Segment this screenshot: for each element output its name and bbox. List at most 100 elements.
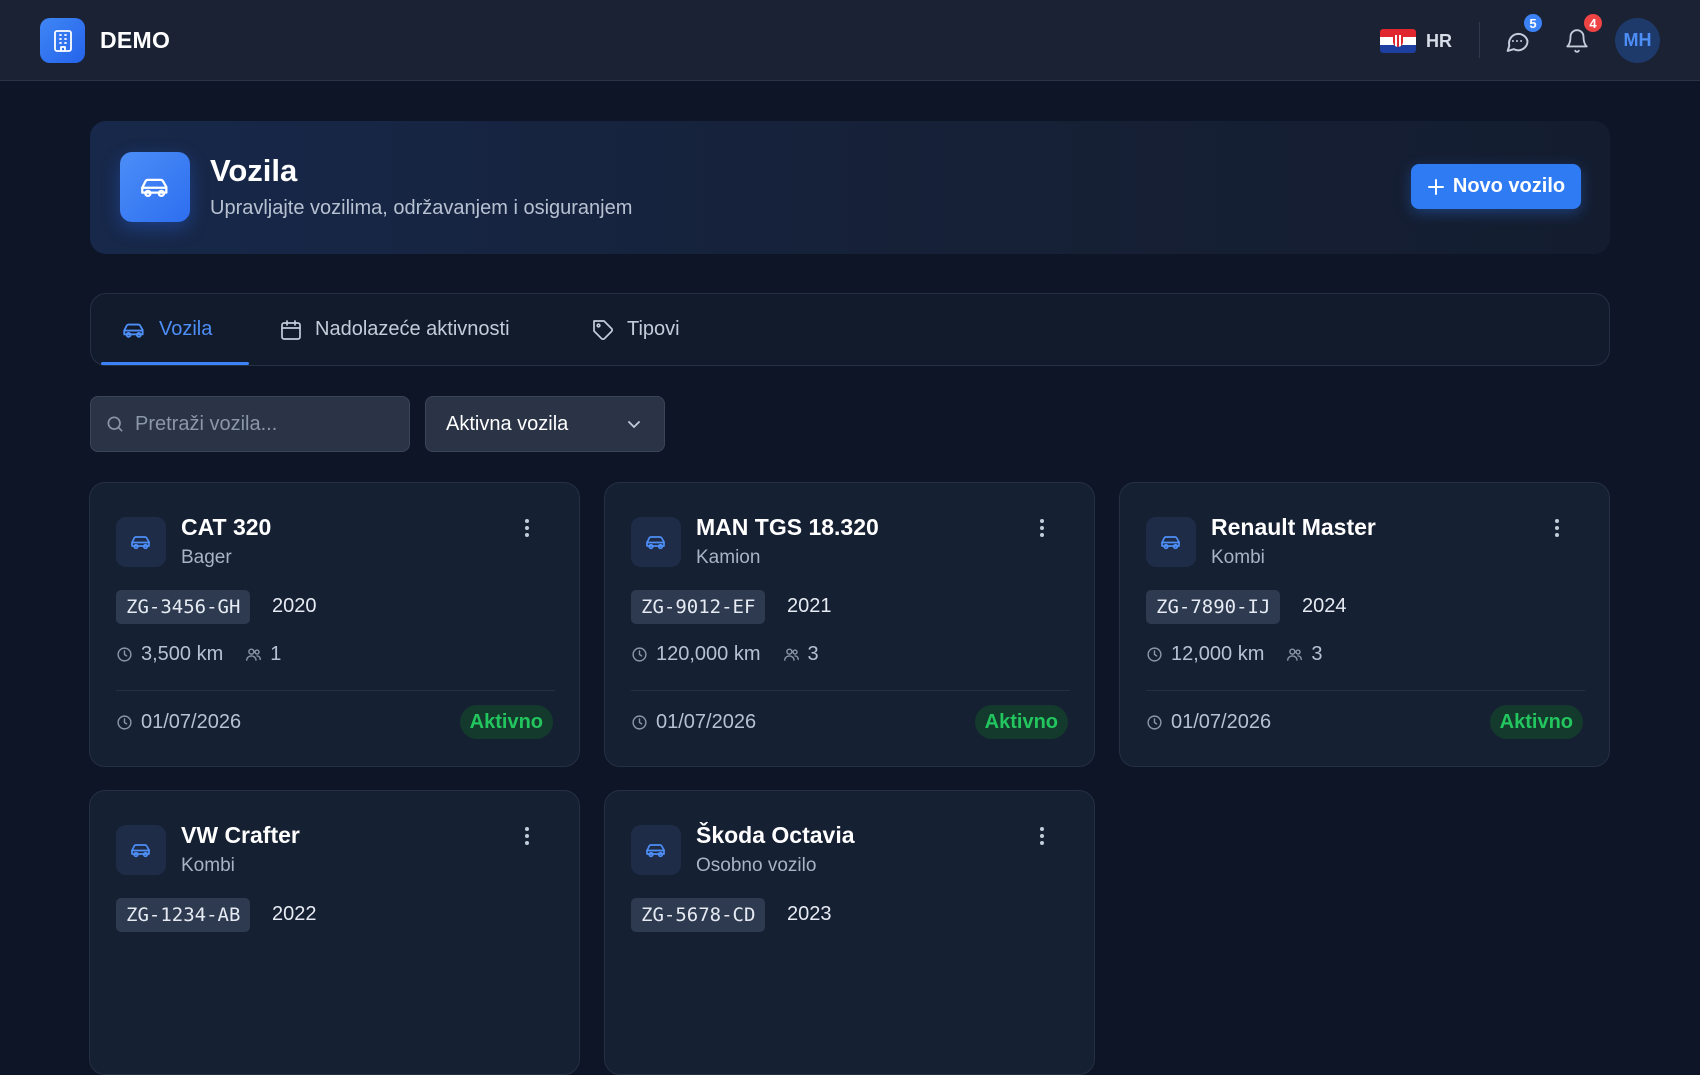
users-icon: [1286, 646, 1303, 663]
vehicle-name: Škoda Octavia: [696, 822, 855, 848]
search-icon: [107, 416, 123, 432]
vehicle-type: Kombi: [181, 855, 235, 876]
search-input[interactable]: [135, 412, 395, 436]
card-divider: [1146, 690, 1585, 691]
vehicle-type: Kombi: [1211, 547, 1265, 568]
tab-label: Tipovi: [627, 318, 680, 340]
vehicle-mileage: 12,000 km: [1171, 643, 1265, 665]
clock-icon: [116, 646, 133, 663]
top-bar: DEMO HR 5 4 MH: [0, 0, 1700, 81]
new-vehicle-button[interactable]: Novo vozilo: [1411, 164, 1581, 209]
plus-icon: [1427, 178, 1444, 195]
tab-bar: Vozila Nadolazeće aktivnosti Tipovi: [90, 293, 1610, 366]
more-options-icon[interactable]: [515, 821, 539, 851]
vehicle-card[interactable]: VW Crafter Kombi ZG-1234-AB 2022: [89, 790, 580, 1075]
clock-icon: [1146, 646, 1163, 663]
status-filter-value: Aktivna vozila: [446, 412, 569, 435]
status-badge: Aktivno: [1489, 705, 1583, 739]
vehicle-name: VW Crafter: [181, 822, 300, 848]
page-title: Vozila: [210, 153, 298, 188]
vehicle-date-value: 01/07/2026: [656, 711, 757, 733]
vehicle-stats: 3,500 km 1: [116, 643, 281, 666]
vehicle-year: 2024: [1302, 595, 1347, 617]
chevron-down-icon: [628, 421, 640, 428]
search-box[interactable]: [90, 396, 410, 452]
car-icon: [1146, 517, 1196, 567]
language-switcher[interactable]: HR: [1380, 26, 1452, 56]
clock-icon: [631, 714, 648, 731]
license-plate: ZG-7890-IJ: [1146, 590, 1281, 624]
vehicle-year: 2021: [787, 595, 832, 617]
more-options-icon[interactable]: [515, 513, 539, 543]
vehicle-date: 01/07/2026: [1146, 711, 1271, 734]
notifications-badge: 4: [1582, 12, 1604, 34]
car-icon: [631, 517, 681, 567]
building-logo-icon[interactable]: [40, 18, 85, 63]
tab-upcoming-activities[interactable]: Nadolazeće aktivnosti: [279, 294, 510, 365]
vehicle-type: Osobno vozilo: [696, 855, 817, 876]
vehicle-stats: 120,000 km 3: [631, 643, 819, 666]
vehicle-name: MAN TGS 18.320: [696, 514, 879, 540]
active-tab-indicator: [101, 362, 249, 365]
vehicle-stats: 12,000 km 3: [1146, 643, 1323, 666]
vehicle-mileage: 120,000 km: [656, 643, 761, 665]
clock-icon: [1146, 714, 1163, 731]
car-icon: [123, 323, 144, 338]
vehicle-card[interactable]: CAT 320 Bager ZG-3456-GH 2020 3,500 km 1 01/07…: [89, 482, 580, 767]
page-header: Vozila Upravljajte vozilima, održavanjem…: [90, 121, 1610, 254]
car-icon: [116, 517, 166, 567]
tab-vehicles[interactable]: Vozila: [121, 294, 212, 365]
tag-icon: [593, 319, 614, 340]
license-plate: ZG-9012-EF: [631, 590, 766, 624]
card-divider: [631, 690, 1070, 691]
vehicle-type: Bager: [181, 547, 232, 568]
vehicle-users-count: 1: [270, 643, 282, 665]
vehicle-card[interactable]: MAN TGS 18.320 Kamion ZG-9012-EF 2021 120,00…: [604, 482, 1095, 767]
vehicle-name: CAT 320: [181, 514, 272, 540]
language-code: HR: [1426, 30, 1452, 51]
license-plate: ZG-3456-GH: [116, 590, 251, 624]
car-icon: [120, 152, 190, 222]
vehicle-date: 01/07/2026: [631, 711, 756, 734]
vehicle-type: Kamion: [696, 547, 761, 568]
users-icon: [783, 646, 800, 663]
vehicle-date: 01/07/2026: [116, 711, 241, 734]
more-options-icon[interactable]: [1030, 513, 1054, 543]
tab-label: Vozila: [159, 318, 213, 340]
status-filter-select[interactable]: Aktivna vozila: [425, 396, 665, 452]
user-avatar[interactable]: MH: [1615, 18, 1660, 63]
app-name: DEMO: [100, 27, 171, 53]
users-icon: [245, 646, 262, 663]
vehicle-date-value: 01/07/2026: [141, 711, 242, 733]
car-icon: [631, 825, 681, 875]
vehicle-card[interactable]: Škoda Octavia Osobno vozilo ZG-5678-CD 2023: [604, 790, 1095, 1075]
tab-label: Nadolazeće aktivnosti: [315, 318, 510, 340]
croatia-flag-icon: [1380, 29, 1416, 53]
clock-icon: [631, 646, 648, 663]
vehicle-users-count: 3: [1311, 643, 1323, 665]
messages-badge: 5: [1522, 12, 1544, 34]
status-badge: Aktivno: [459, 705, 553, 739]
tab-types[interactable]: Tipovi: [591, 294, 680, 365]
vehicle-year: 2023: [787, 903, 832, 925]
vehicle-year: 2020: [272, 595, 317, 617]
vehicle-card[interactable]: Renault Master Kombi ZG-7890-IJ 2024 12,000 …: [1119, 482, 1610, 767]
car-icon: [116, 825, 166, 875]
vehicle-date-value: 01/07/2026: [1171, 711, 1272, 733]
calendar-icon: [281, 319, 301, 340]
vehicle-users-count: 3: [807, 643, 819, 665]
page-subtitle: Upravljajte vozilima, održavanjem i osig…: [210, 197, 633, 219]
notifications-button[interactable]: 4: [1560, 12, 1604, 58]
license-plate: ZG-1234-AB: [116, 898, 251, 932]
new-vehicle-label: Novo vozilo: [1452, 175, 1566, 197]
more-options-icon[interactable]: [1545, 513, 1569, 543]
card-divider: [116, 690, 555, 691]
messages-button[interactable]: 5: [1500, 12, 1544, 58]
license-plate: ZG-5678-CD: [631, 898, 766, 932]
vehicle-name: Renault Master: [1211, 514, 1376, 540]
status-badge: Aktivno: [974, 705, 1068, 739]
topbar-divider: [1479, 22, 1480, 58]
more-options-icon[interactable]: [1030, 821, 1054, 851]
vehicle-mileage: 3,500 km: [141, 643, 224, 665]
clock-icon: [116, 714, 133, 731]
